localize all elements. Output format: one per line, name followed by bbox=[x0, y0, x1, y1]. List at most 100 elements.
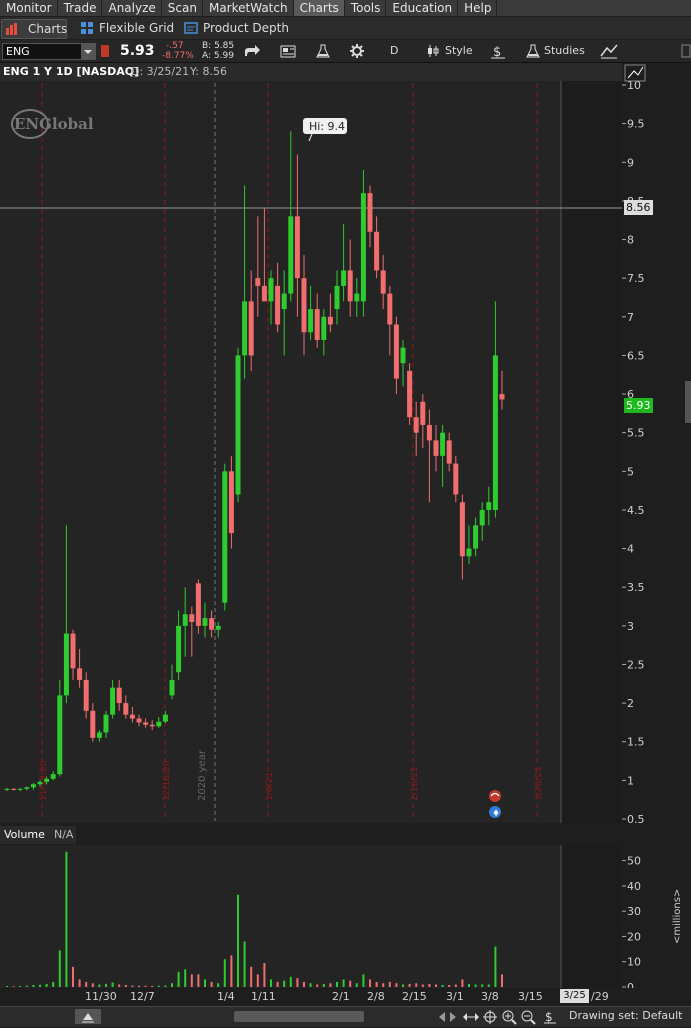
nav-monitor[interactable]: Monitor bbox=[0, 0, 58, 16]
bottom-bar: $ Drawing set: Default bbox=[0, 1006, 691, 1027]
candle-body bbox=[136, 718, 142, 723]
volume-bar bbox=[210, 981, 213, 987]
drawing-tools-icon[interactable] bbox=[600, 43, 618, 59]
zoom-out-icon[interactable] bbox=[521, 1010, 536, 1025]
candle-body bbox=[209, 618, 215, 630]
style-button[interactable]: Style bbox=[424, 40, 474, 62]
nav-education[interactable]: Education bbox=[386, 0, 459, 16]
pan-icon[interactable] bbox=[462, 1010, 480, 1024]
volume-chart-svg[interactable]: 50 40 30 20 10 0 <millions> bbox=[0, 826, 691, 994]
studies-button[interactable]: Studies bbox=[524, 40, 586, 62]
volume-bar bbox=[144, 985, 147, 987]
alert-flag-icon[interactable] bbox=[101, 45, 109, 57]
candle-body bbox=[466, 548, 472, 557]
price-tick-label: 1.5 bbox=[627, 736, 645, 749]
candle-body bbox=[235, 355, 241, 495]
candle-body bbox=[308, 309, 314, 333]
volume-bar bbox=[39, 984, 41, 987]
volume-tick-label: 20 bbox=[627, 930, 641, 943]
volume-bar bbox=[362, 974, 365, 987]
symbol-dropdown-button[interactable] bbox=[81, 44, 95, 59]
drawing-set-label[interactable]: Drawing set: Default bbox=[569, 1009, 682, 1022]
volume-tick-label: 50 bbox=[627, 855, 641, 868]
nav-marketwatch[interactable]: MarketWatch bbox=[203, 0, 294, 16]
gear-icon[interactable] bbox=[349, 43, 365, 59]
chart-toolbar: ENG 5.93 -.57 -8.77% B: 5.85 A: 5.99 D S… bbox=[0, 40, 691, 63]
subtab-bar: Charts Flexible Grid Product Depth bbox=[0, 17, 691, 39]
tab-charts-label: Charts bbox=[28, 22, 68, 36]
nav-trade[interactable]: Trade bbox=[58, 0, 103, 16]
nav-charts[interactable]: Charts bbox=[293, 0, 345, 16]
volume-bar bbox=[474, 984, 477, 987]
candle-body bbox=[486, 502, 492, 510]
nav-tools[interactable]: Tools bbox=[345, 0, 387, 16]
date-tick-label: 1/4 bbox=[217, 990, 235, 1003]
candle-body bbox=[334, 285, 340, 310]
volume-bar bbox=[369, 979, 371, 987]
candle-body bbox=[195, 583, 201, 626]
nav-help[interactable]: Help bbox=[458, 0, 498, 16]
volume-bar bbox=[322, 983, 325, 987]
candle-body bbox=[17, 788, 23, 790]
nav-scan[interactable]: Scan bbox=[162, 0, 203, 16]
horizontal-scrollbar-thumb[interactable] bbox=[234, 1011, 364, 1022]
candle-body bbox=[426, 424, 432, 441]
date-tick-label: 3/15 bbox=[518, 990, 543, 1003]
volume-bar bbox=[65, 851, 68, 987]
toolbar-overflow-icon[interactable] bbox=[681, 44, 691, 58]
nav-analyze[interactable]: Analyze bbox=[102, 0, 162, 16]
event-label: 12/16/20 bbox=[162, 760, 172, 801]
event-label: 3/26/21 bbox=[534, 766, 544, 801]
cursor-date-bubble: 3/25 bbox=[560, 989, 589, 1003]
earnings-event-icon[interactable] bbox=[489, 790, 501, 802]
event-label: 2/16/21 bbox=[410, 766, 420, 801]
tab-charts[interactable]: Charts bbox=[1, 19, 67, 39]
volume-panel[interactable]: 50 40 30 20 10 0 <millions> Volume N/A bbox=[0, 826, 691, 994]
collapse-panel-button[interactable] bbox=[75, 1009, 101, 1024]
dollar-icon[interactable]: $ bbox=[490, 43, 506, 59]
volume-bar bbox=[461, 979, 464, 987]
flask-icon[interactable] bbox=[315, 43, 331, 59]
candle-body bbox=[37, 781, 43, 785]
crosshair-value: 8.56 bbox=[626, 201, 651, 214]
tab-flexible-grid[interactable]: Flexible Grid bbox=[80, 19, 175, 37]
volume-bar bbox=[382, 983, 385, 987]
tab-product-depth[interactable]: Product Depth bbox=[184, 19, 289, 37]
net-change-percent: -8.77% bbox=[162, 51, 194, 61]
price-chart-svg[interactable]: 2020 year 11/19/20 12/16/20 1/6/21 2/16/21 3… bbox=[0, 63, 691, 826]
zoom-in-icon[interactable] bbox=[502, 1010, 517, 1025]
tab-product-depth-label: Product Depth bbox=[203, 21, 289, 35]
share-icon[interactable] bbox=[243, 44, 261, 58]
scroll-right-icon[interactable] bbox=[448, 1011, 458, 1023]
candle-body bbox=[347, 270, 353, 302]
price-tick-label: 5.5 bbox=[627, 427, 645, 440]
price-axis-scroll[interactable] bbox=[685, 381, 691, 423]
price-tick-label: 6.5 bbox=[627, 349, 645, 362]
date-tick-label: 3/8 bbox=[481, 990, 499, 1003]
candle-body bbox=[275, 285, 281, 325]
volume-bar bbox=[32, 984, 35, 987]
volume-bar bbox=[85, 981, 88, 987]
volume-bar bbox=[124, 984, 127, 987]
crosshair-icon[interactable] bbox=[483, 1010, 498, 1025]
news-icon[interactable] bbox=[280, 44, 298, 58]
aggregation-period[interactable]: D bbox=[390, 40, 398, 62]
svg-text:♦: ♦ bbox=[492, 809, 500, 819]
volume-bar bbox=[276, 981, 279, 987]
main-nav: Monitor Trade Analyze Scan MarketWatch Charts… bbox=[0, 0, 691, 16]
candle-body bbox=[492, 355, 498, 510]
candle-body bbox=[479, 509, 485, 526]
candle-body bbox=[453, 463, 459, 495]
symbol-input[interactable]: ENG bbox=[2, 43, 96, 60]
price-chart[interactable]: 2020 year 11/19/20 12/16/20 1/6/21 2/16/21 3… bbox=[0, 63, 691, 826]
price-dollar-icon[interactable]: $ bbox=[543, 1009, 557, 1025]
chart-drawing-toggle-icon[interactable] bbox=[624, 64, 646, 82]
candle-body bbox=[44, 778, 50, 782]
scroll-left-icon[interactable] bbox=[437, 1011, 447, 1023]
volume-bar bbox=[230, 955, 233, 987]
volume-bar bbox=[283, 980, 286, 987]
volume-bar bbox=[256, 974, 259, 987]
candle-body bbox=[261, 285, 267, 302]
candle-body bbox=[354, 293, 360, 302]
bid-price: B: 5.85 bbox=[202, 41, 235, 51]
